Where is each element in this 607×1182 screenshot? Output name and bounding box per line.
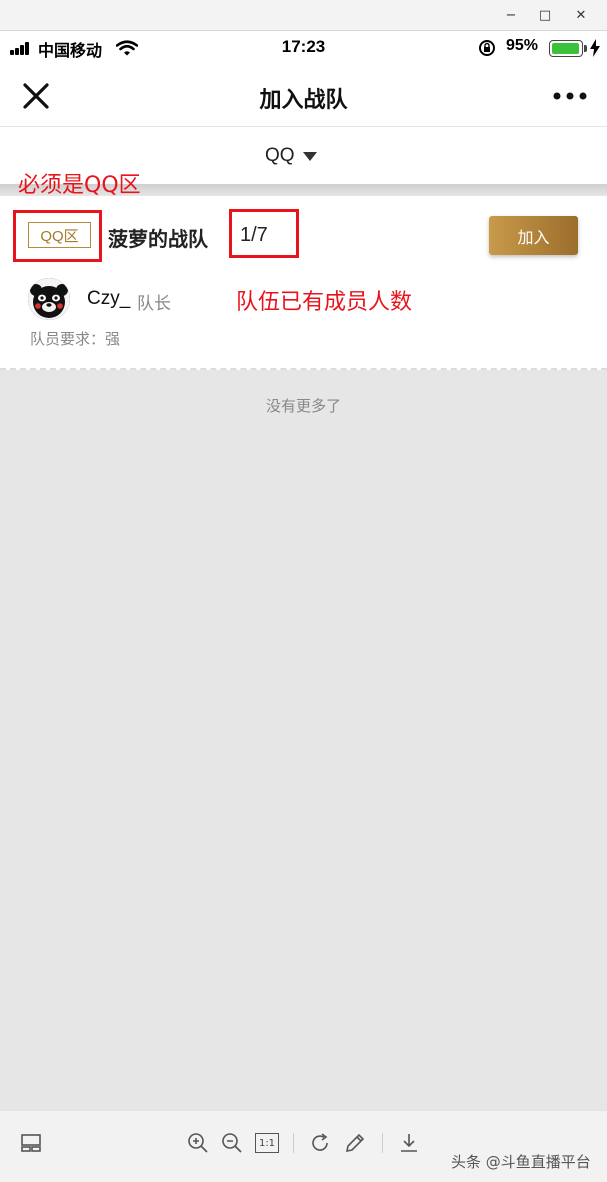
actual-size-icon[interactable]: 1:1 [255, 1133, 279, 1153]
toolbar-divider [293, 1133, 294, 1153]
zoom-in-icon[interactable] [186, 1131, 210, 1155]
download-icon[interactable] [397, 1131, 421, 1155]
zone-filter-value: QQ [265, 145, 295, 166]
window-close-button[interactable]: ✕ [566, 4, 596, 26]
rotate-icon[interactable] [308, 1131, 332, 1155]
maximize-button[interactable]: □ [530, 4, 560, 26]
watermark: 头条 @斗鱼直播平台 [451, 1153, 591, 1171]
join-button[interactable]: 加入 [489, 216, 578, 255]
window-titlebar: − □ ✕ [0, 0, 607, 31]
member-requirement: 队员要求：强 [30, 330, 121, 348]
bear-avatar-icon [28, 278, 70, 320]
list-end-text: 没有更多了 [265, 397, 341, 415]
battery-fill [552, 43, 579, 54]
member-role: 队长 [137, 294, 171, 314]
annotation-count-box [229, 209, 299, 258]
zoom-out-icon[interactable] [220, 1131, 244, 1155]
annotation-count-note: 队伍已有成员人数 [236, 290, 413, 315]
annotation-zone-box [13, 210, 102, 262]
charging-icon [590, 39, 600, 57]
member-name: Czy_ [87, 288, 131, 309]
battery-percent: 95% [506, 37, 539, 54]
chevron-down-icon [302, 151, 317, 161]
nav-bar: 加入战队 [0, 65, 607, 127]
annotation-zone-note: 必须是QQ区 [18, 173, 141, 198]
avatar [28, 278, 70, 320]
edit-icon[interactable] [343, 1131, 367, 1155]
rotation-lock-icon [479, 40, 495, 56]
more-icon[interactable] [552, 87, 588, 105]
layout-icon[interactable] [19, 1131, 43, 1155]
zone-filter-dropdown[interactable]: QQ [265, 143, 317, 169]
viewer-toolbar: 1:1 头条 @斗鱼直播平台 [0, 1110, 607, 1182]
battery-icon [549, 40, 583, 57]
minimize-button[interactable]: − [496, 4, 526, 26]
page-title: 加入战队 [259, 88, 348, 113]
team-name: 菠萝的战队 [108, 227, 208, 251]
toolbar-divider [382, 1133, 383, 1153]
status-bar: 中国移动 17:23 95% [0, 31, 607, 65]
battery-cap [584, 45, 587, 52]
